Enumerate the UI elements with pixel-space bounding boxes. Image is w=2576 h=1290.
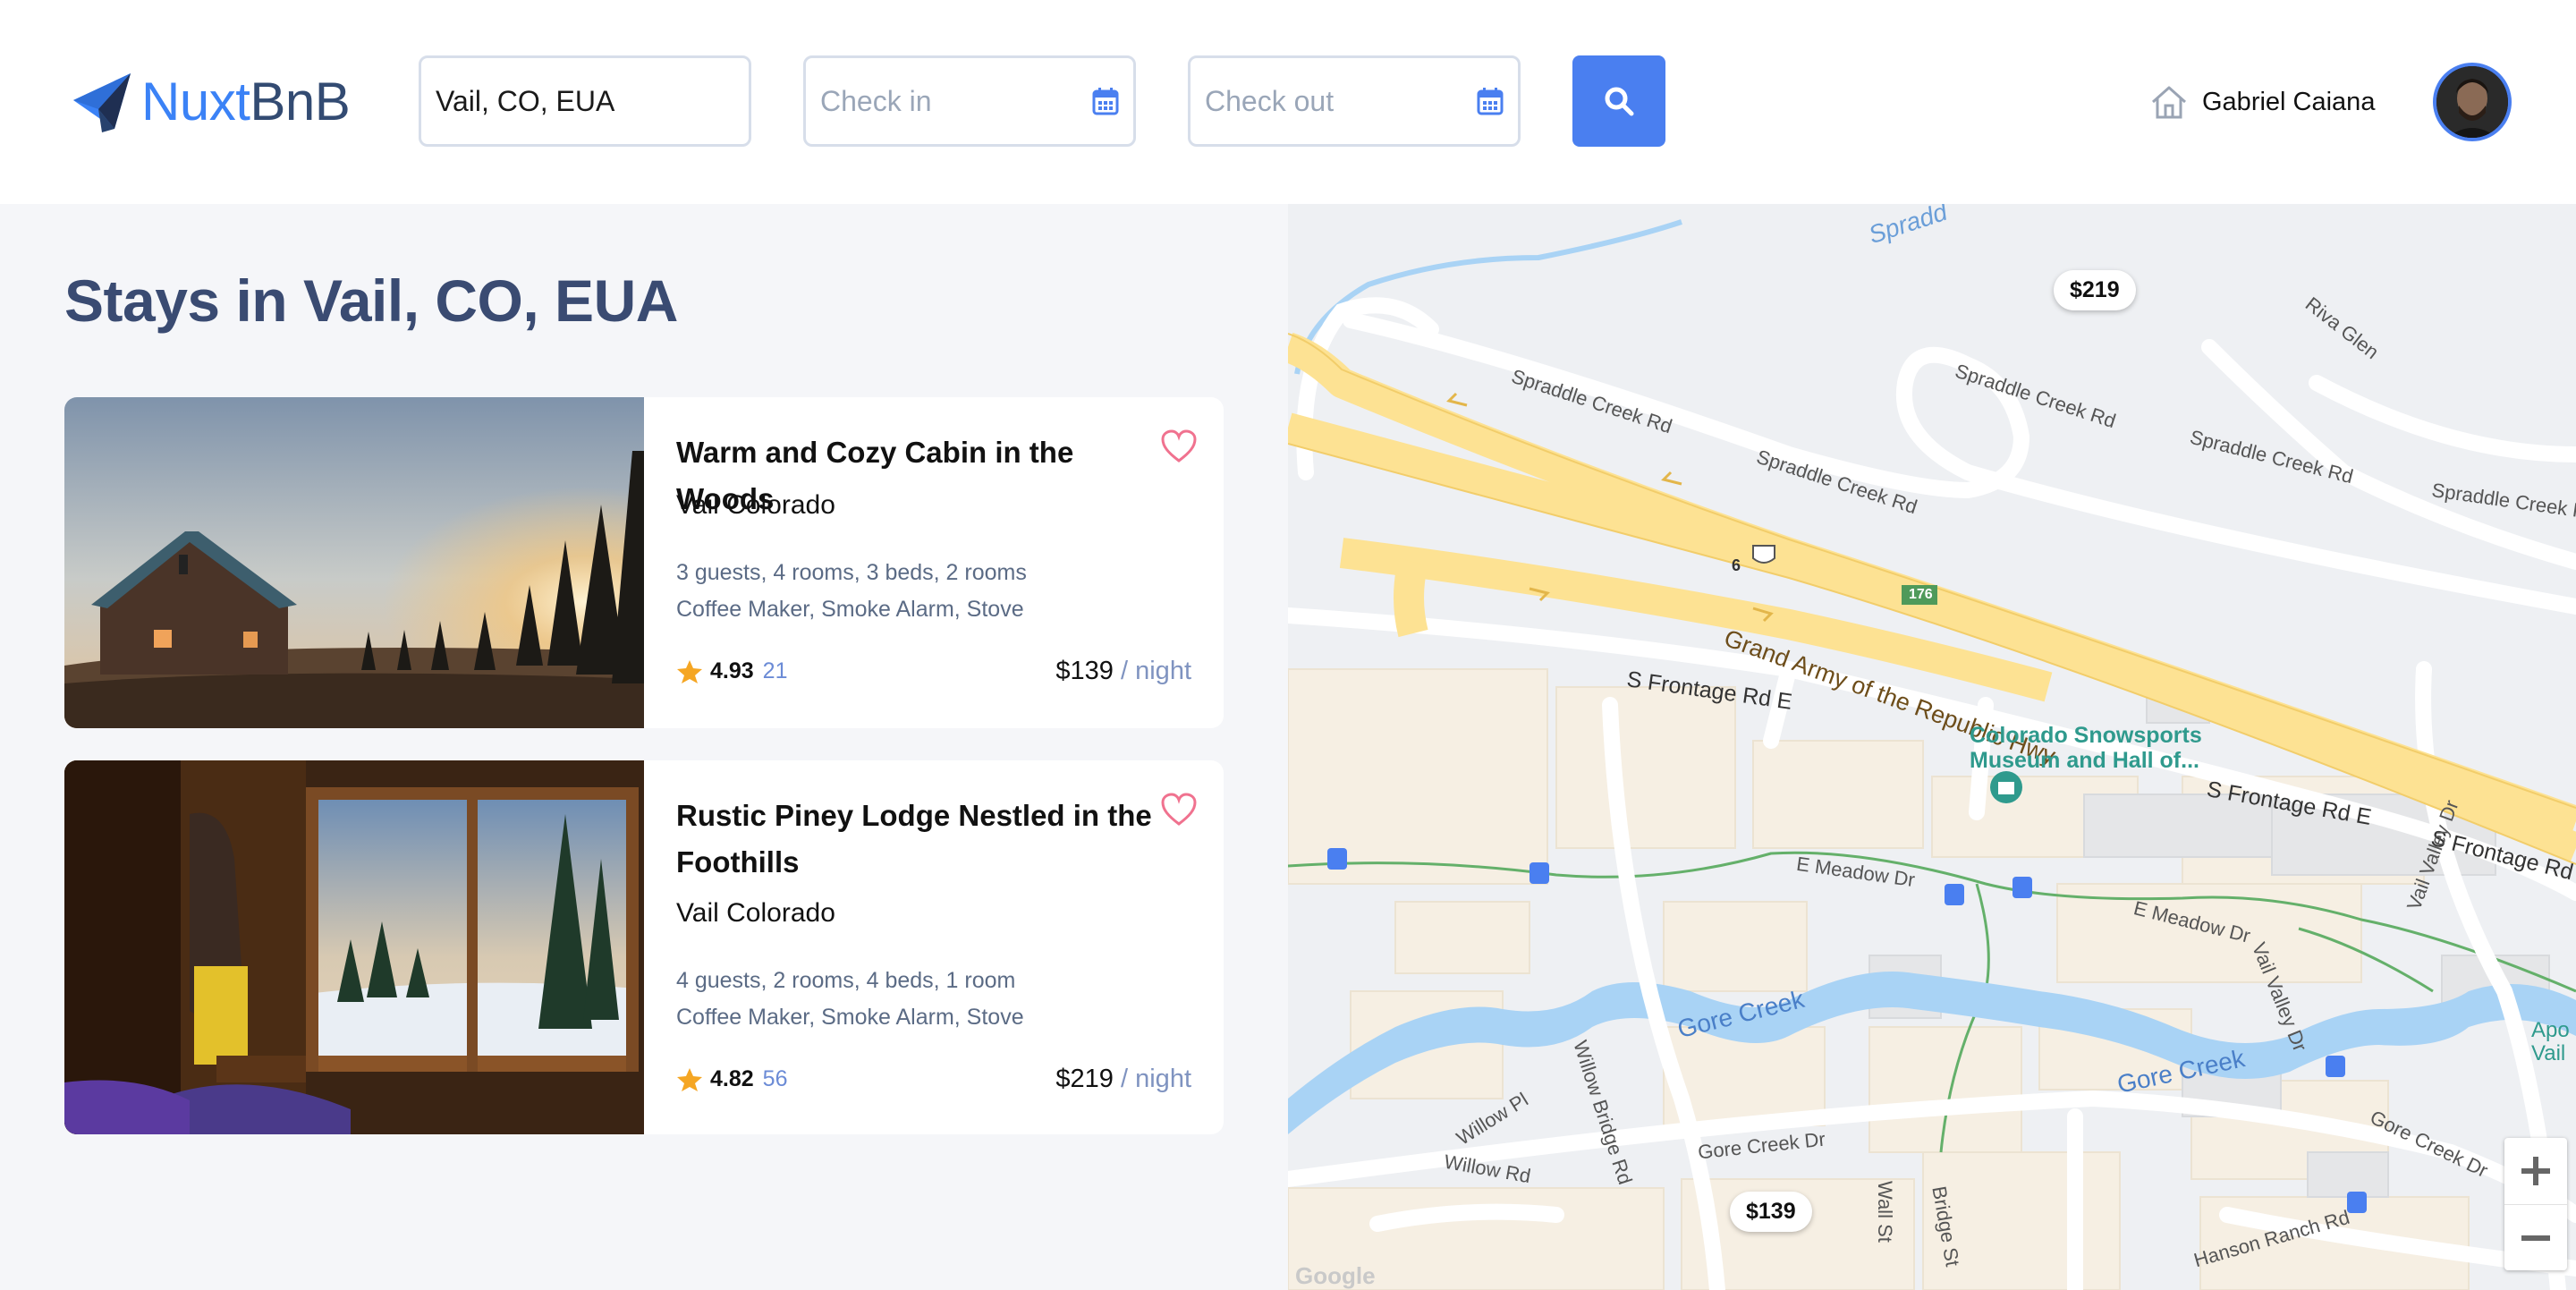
checkout-field[interactable] [1188,55,1521,147]
google-logo[interactable]: Google [1295,1262,1376,1290]
search-icon [1605,87,1634,116]
heart-icon[interactable] [1161,429,1197,463]
map-label: Wall St [1874,1181,1896,1243]
home-location: Vail Colorado [676,898,835,928]
home-amenities: Coffee Maker, Smoke Alarm, Stove [676,1005,1024,1030]
card-body: Rustic Piney Lodge Nestled in the Foothi… [676,760,1224,1134]
poi-line: Colorado Snowsports [1970,723,2202,748]
zoom-in-button[interactable] [2504,1138,2567,1204]
logo[interactable]: NuxtBnB [72,70,351,134]
home-details: 3 guests, 4 rooms, 3 beds, 2 rooms [676,560,1027,585]
review-count[interactable]: 56 [763,1066,788,1092]
checkout-input[interactable] [1205,84,1477,118]
logo-text-nuxt: Nuxt [141,72,250,132]
calendar-icon[interactable] [1477,87,1504,115]
home-rating: 4.82 56 [676,1066,787,1092]
price-amount: $219 [1055,1065,1114,1093]
star-icon [677,659,702,683]
poi-line: Museum and Hall of... [1970,748,2199,773]
checkin-field[interactable] [803,55,1136,147]
price-unit: / night [1121,657,1191,685]
price-pin[interactable]: $139 [1730,1192,1812,1232]
star-icon [677,1067,702,1091]
map[interactable]: Spradd Spraddle Creek Rd Spraddle Creek … [1288,204,2576,1290]
home-title[interactable]: Rustic Piney Lodge Nestled in the Foothi… [676,793,1159,886]
zoom-out-button[interactable] [2504,1204,2567,1270]
price-unit: / night [1121,1065,1191,1093]
home-details: 4 guests, 2 rooms, 4 beds, 1 room [676,968,1016,993]
home-rating: 4.93 21 [676,658,787,684]
avatar-photo [2436,66,2508,138]
rating-value: 4.82 [710,1066,754,1091]
us-6-shield-icon [1752,545,1775,564]
shield-label: 176 [1909,587,1933,602]
search-button[interactable] [1572,55,1665,147]
price-pin[interactable]: $219 [2054,270,2136,310]
checkin-input[interactable] [820,84,1092,118]
home-amenities: Coffee Maker, Smoke Alarm, Stove [676,597,1024,622]
location-input[interactable] [436,84,734,118]
location-field[interactable] [419,55,751,147]
home-location: Vail Colorado [676,490,835,520]
map-label: Vail [2531,1041,2566,1065]
review-count[interactable]: 21 [763,658,788,684]
cabin-photo [64,397,644,728]
house-icon [2152,86,2186,119]
rating-value: 4.93 [710,658,754,683]
lodge-window-photo [64,760,644,1134]
plus-icon [2521,1157,2550,1185]
paper-plane-logo-icon [73,73,131,132]
minus-icon [2521,1235,2550,1241]
home-price: $139 / night [1055,657,1191,686]
zoom-control [2504,1138,2567,1270]
top-navbar: NuxtBnB Vail, CO, EUA Check in Check out… [0,0,2576,204]
home-card[interactable]: Rustic Piney Lodge Nestled in the Foothi… [64,760,1224,1134]
logo-text-bnb: BnB [250,72,351,132]
price-amount: $139 [1055,657,1114,685]
home-card[interactable]: Warm and Cozy Cabin in the Woods Vail Co… [64,397,1224,728]
card-body: Warm and Cozy Cabin in the Woods Vail Co… [676,397,1224,728]
user-name: Gabriel Caiana [2202,87,2376,116]
listing-panel: Stays in Vail, CO, EUA Warm and Cozy Cab… [0,204,1288,1290]
page-title: Stays in Vail, CO, EUA [64,267,678,334]
avatar[interactable] [2433,63,2512,141]
calendar-icon[interactable] [1092,87,1119,115]
shield-label: 6 [1732,556,1741,574]
heart-icon[interactable] [1161,793,1197,827]
poi-museum-label[interactable]: Colorado Snowsports Museum and Hall of..… [1970,723,2202,773]
map-label: Apo [2531,1018,2570,1042]
home-price: $219 / night [1055,1065,1191,1094]
host-menu[interactable]: Gabriel Caiana [2150,81,2375,123]
